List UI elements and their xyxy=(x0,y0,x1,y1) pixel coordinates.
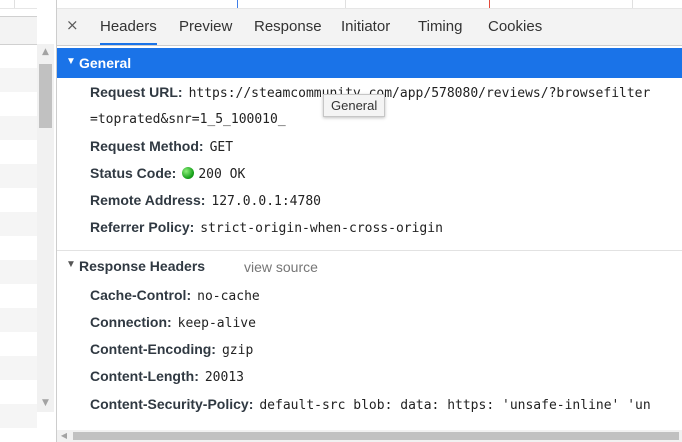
request-row[interactable] xyxy=(0,68,37,92)
scrollbar-thumb[interactable] xyxy=(39,64,52,128)
header-value: 200 OK xyxy=(198,167,246,182)
header-value: keep-alive xyxy=(177,316,256,331)
request-row[interactable] xyxy=(0,236,37,260)
request-list-pane: ▲ ▼ xyxy=(0,0,57,442)
overview-divider xyxy=(14,0,15,8)
timeline-gridline xyxy=(632,0,633,8)
header-value: GET xyxy=(209,140,234,155)
header-key: Connection: xyxy=(90,314,172,330)
request-row[interactable] xyxy=(0,92,37,116)
tab-headers[interactable]: Headers xyxy=(100,9,157,45)
scroll-up-icon[interactable]: ▲ xyxy=(37,44,54,61)
header-row-status-code: Status Code: 200 OK xyxy=(90,165,245,187)
request-row[interactable] xyxy=(0,212,37,236)
status-ok-icon xyxy=(182,167,195,179)
request-row[interactable] xyxy=(0,188,37,212)
tab-response[interactable]: Response xyxy=(254,9,322,45)
header-value: 20013 xyxy=(204,370,244,385)
header-row-referrer-policy: Referrer Policy: strict-origin-when-cross… xyxy=(90,219,443,241)
request-row[interactable] xyxy=(0,44,37,68)
timeline-marker-dom xyxy=(237,0,238,8)
request-list-scrollbar[interactable]: ▲ ▼ xyxy=(37,44,54,412)
request-row[interactable] xyxy=(0,332,37,356)
header-key: Content-Length: xyxy=(90,368,199,384)
header-key: Content-Encoding: xyxy=(90,341,216,357)
scroll-left-icon[interactable]: ◀ xyxy=(57,430,71,442)
request-row[interactable] xyxy=(0,140,37,164)
request-row[interactable] xyxy=(0,404,37,428)
section-title: Response Headers xyxy=(79,258,206,274)
tab-initiator[interactable]: Initiator xyxy=(341,9,390,45)
view-source-link[interactable]: view source xyxy=(244,259,318,275)
header-row-connection: Connection: keep-alive xyxy=(90,314,256,336)
header-row-request-method: Request Method: GET xyxy=(90,138,233,160)
header-key: Request Method: xyxy=(90,138,204,154)
request-row[interactable] xyxy=(0,308,37,332)
request-row[interactable] xyxy=(0,164,37,188)
header-key: Content-Security-Policy: xyxy=(90,396,254,412)
header-value: strict-origin-when-cross-origin xyxy=(200,221,443,236)
scrollbar-thumb[interactable] xyxy=(73,432,679,440)
request-row[interactable] xyxy=(0,356,37,380)
request-row[interactable] xyxy=(0,284,37,308)
timeline-overview xyxy=(57,0,682,9)
header-row-content-length: Content-Length: 20013 xyxy=(90,368,244,390)
url-continuation: =toprated&snr=1_5_100010_ xyxy=(90,112,286,127)
request-list-header[interactable] xyxy=(0,16,37,45)
general-section-header[interactable]: ▼ General xyxy=(57,48,682,78)
close-icon[interactable]: × xyxy=(66,16,79,34)
tab-timing[interactable]: Timing xyxy=(418,9,462,45)
header-key: Status Code: xyxy=(90,165,177,181)
header-key: Request URL: xyxy=(90,84,183,100)
header-value: default-src blob: data: https: 'unsafe-i… xyxy=(259,398,651,413)
header-value: 127.0.0.1:4780 xyxy=(211,194,321,209)
tab-preview[interactable]: Preview xyxy=(179,9,232,45)
triangle-down-icon: ▼ xyxy=(66,56,76,67)
header-row-cache-control: Cache-Control: no-cache xyxy=(90,287,260,309)
header-value: no-cache xyxy=(197,289,260,304)
header-row-remote-address: Remote Address: 127.0.0.1:4780 xyxy=(90,192,321,214)
request-list-overview xyxy=(0,0,37,9)
header-row-content-security-policy: Content-Security-Policy: default-src blob… xyxy=(90,396,651,418)
scroll-down-icon[interactable]: ▼ xyxy=(37,395,54,412)
header-row-content-encoding: Content-Encoding: gzip xyxy=(90,341,253,363)
header-value: https://steamcommunity.com/app/578080/re… xyxy=(188,86,651,101)
horizontal-scrollbar[interactable]: ◀ xyxy=(57,430,682,442)
header-key: Cache-Control: xyxy=(90,287,192,303)
header-key: Remote Address: xyxy=(90,192,206,208)
timeline-marker-load xyxy=(489,0,490,8)
tab-cookies[interactable]: Cookies xyxy=(488,9,542,45)
section-title: General xyxy=(79,55,132,71)
request-row[interactable] xyxy=(0,116,37,140)
request-row[interactable] xyxy=(0,260,37,284)
triangle-down-icon: ▼ xyxy=(66,259,76,270)
timeline-gridline xyxy=(345,0,346,8)
tooltip: General xyxy=(323,94,386,117)
header-key: Referrer Policy: xyxy=(90,219,195,235)
header-value: gzip xyxy=(221,343,254,358)
detail-tabbar: × Headers Preview Response Initiator Tim… xyxy=(57,9,682,46)
headers-panel: ▼ General Request URL: https://steamcommu… xyxy=(57,46,682,430)
request-row[interactable] xyxy=(0,380,37,404)
response-headers-section-header[interactable]: ▼ Response Headers view source xyxy=(57,250,682,280)
